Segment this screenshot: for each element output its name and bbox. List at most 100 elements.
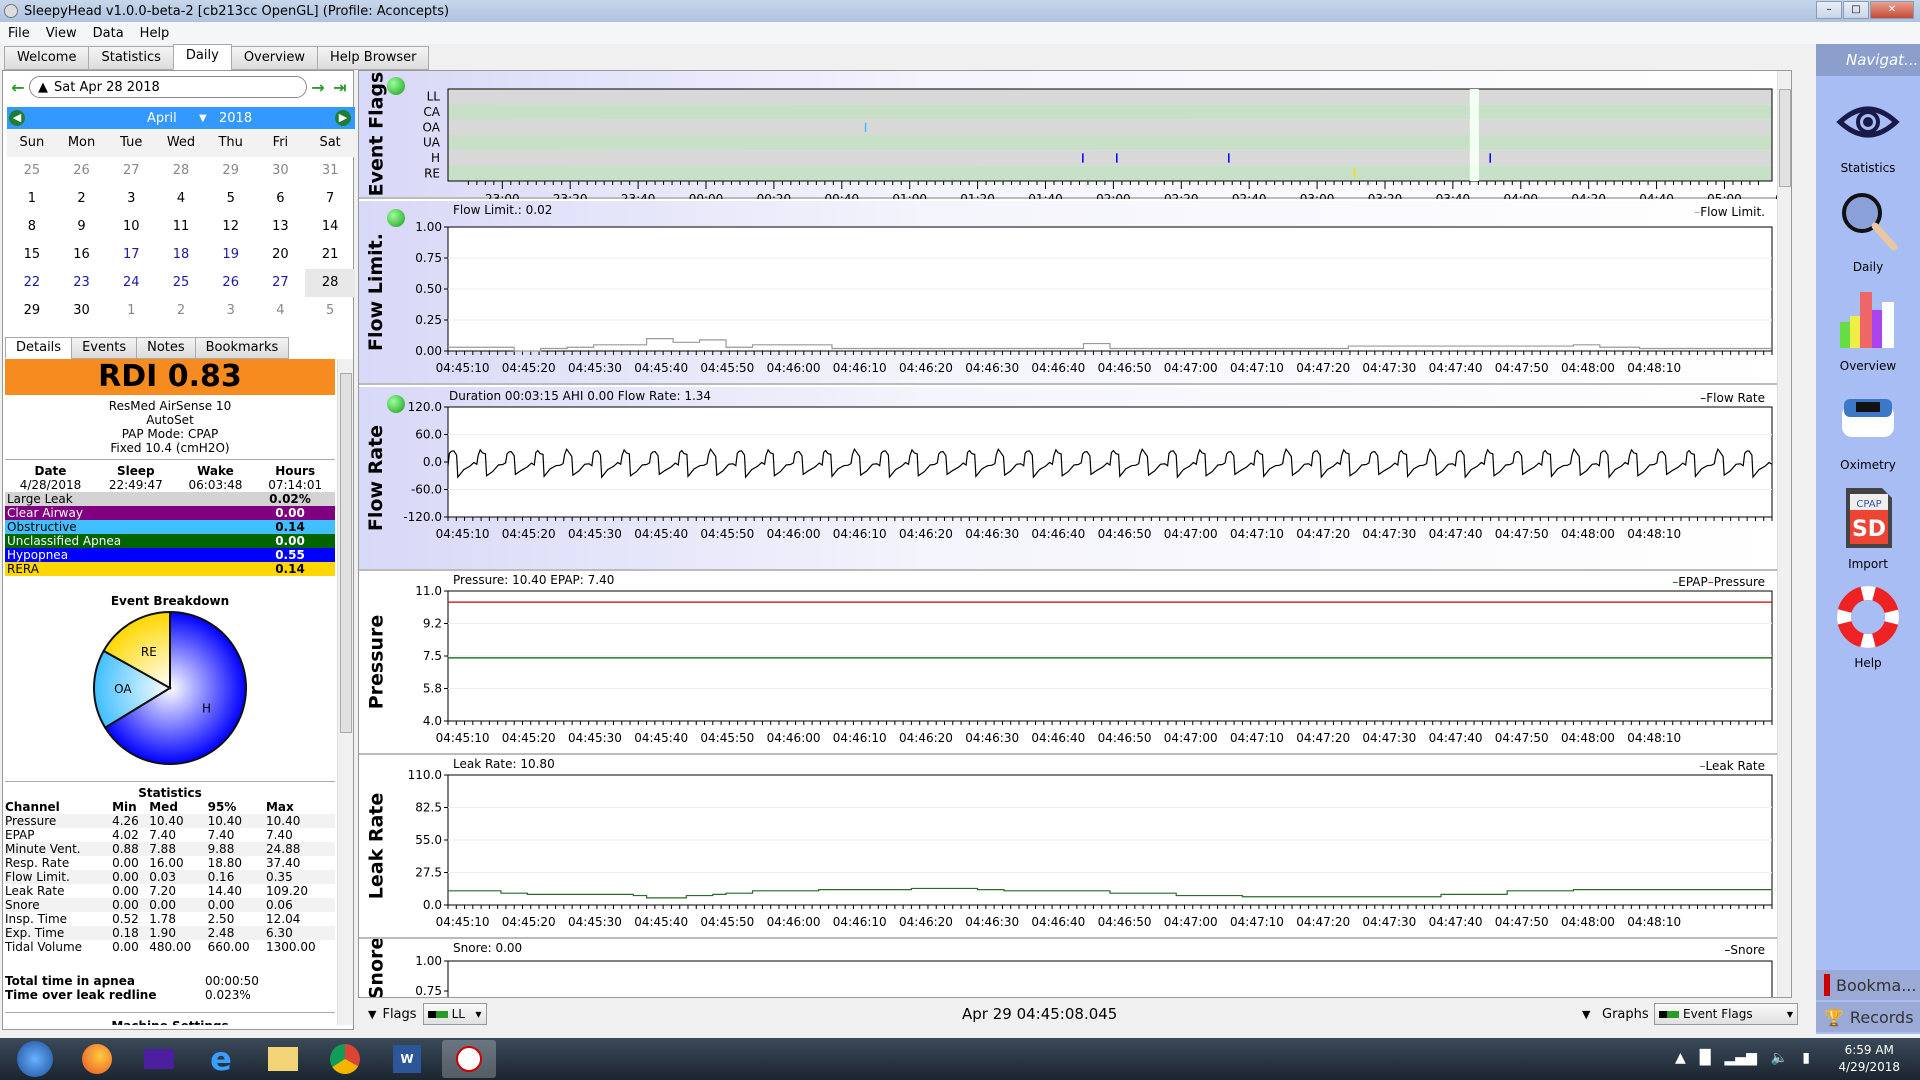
graph-canvas[interactable]: LLCAOA UAHRE 23:00 23:20 23:40 00:00 00:20 00:4… — [359, 71, 1779, 199]
clock[interactable]: 6:59 AM 4/29/2018 — [1838, 1042, 1900, 1076]
internet-explorer-icon[interactable]: e — [194, 1040, 248, 1078]
calendar-day[interactable]: 31 — [305, 157, 355, 185]
tab-welcome[interactable]: Welcome — [4, 46, 90, 70]
calendar-day[interactable]: 28 — [156, 157, 206, 185]
event-row[interactable]: Unclassified Apnea 0.00 — [5, 534, 335, 548]
next-day-icon[interactable]: → — [307, 78, 329, 97]
calendar-day[interactable]: 30 — [256, 157, 306, 185]
calendar-day[interactable]: 28 — [305, 269, 355, 297]
calendar-day[interactable]: 26 — [206, 269, 256, 297]
nav-overview[interactable]: Overview — [1816, 288, 1920, 373]
calendar-day[interactable]: 16 — [57, 241, 107, 269]
power-icon[interactable]: ▮ — [1802, 1050, 1810, 1066]
calendar-day[interactable]: 15 — [7, 241, 57, 269]
calendar-day[interactable]: 26 — [57, 157, 107, 185]
calendar-year[interactable]: 2018 — [219, 111, 252, 126]
calendar-day[interactable]: 5 — [305, 297, 355, 325]
next-month-icon[interactable]: ▶ — [335, 110, 351, 126]
start-button[interactable] — [8, 1040, 62, 1078]
nav-records[interactable]: 🏆 Records — [1816, 1002, 1920, 1032]
calendar-day[interactable]: 24 — [106, 269, 156, 297]
maximize-button[interactable]: □ — [1843, 1, 1869, 19]
tab-help-browser[interactable]: Help Browser — [317, 46, 430, 70]
tab-events[interactable]: Events — [71, 337, 138, 359]
calendar-day[interactable]: 20 — [256, 241, 306, 269]
graph-panel-leak-rate[interactable]: Leak Rate Leak Rate: 10.80 –Leak Rate 110.0… — [359, 755, 1779, 939]
calendar-day[interactable]: 29 — [7, 297, 57, 325]
menu-data[interactable]: Data — [85, 26, 132, 41]
calendar-day[interactable]: 22 — [7, 269, 57, 297]
graph-canvas[interactable]: 110.0 82.5 55.0 27.5 0.0 04:45:10 04:45:20 04:4… — [359, 755, 1779, 939]
file-explorer-icon[interactable] — [256, 1040, 310, 1078]
close-button[interactable]: ✕ — [1870, 1, 1914, 19]
menu-view[interactable]: View — [38, 26, 85, 41]
graph-panel-event-flags[interactable]: Event Flags LL CA OA UA H RE 23:00 23:20 23:40 00:… — [359, 71, 1779, 199]
volume-icon[interactable]: 🔈 — [1771, 1050, 1788, 1066]
month-dropdown-icon[interactable]: ▼ — [199, 113, 207, 124]
calendar-day[interactable]: 3 — [206, 297, 256, 325]
calendar-day[interactable]: 8 — [7, 213, 57, 241]
calendar-day[interactable]: 9 — [57, 213, 107, 241]
calendar-day[interactable]: 27 — [106, 157, 156, 185]
network-icon[interactable]: █ — [1700, 1050, 1711, 1066]
graph-canvas[interactable]: 11.0 9.2 7.5 5.8 4.0 04:45:10 04:45:20 04:45:30… — [359, 571, 1779, 755]
calendar-day[interactable]: 3 — [106, 185, 156, 213]
tab-daily[interactable]: Daily — [172, 44, 232, 70]
calendar-day[interactable]: 5 — [206, 185, 256, 213]
event-row[interactable]: Large Leak 0.02% — [5, 492, 335, 506]
last-day-icon[interactable]: ⇥ — [329, 78, 351, 97]
nav-bookmarks[interactable]: Bookma... — [1816, 970, 1920, 1000]
graph-canvas[interactable]: 1.00 0.75 0.50 0.25 0.00 04:45:10 04:45:20 04:4… — [359, 201, 1779, 385]
calendar-day[interactable]: 18 — [156, 241, 206, 269]
graphs-scrollbar[interactable] — [1777, 71, 1791, 997]
firefox-icon[interactable] — [70, 1040, 124, 1078]
nav-import[interactable]: CPAP SD Import — [1816, 486, 1920, 571]
calendar-day[interactable]: 14 — [305, 213, 355, 241]
graph-panel-flow-rate[interactable]: Flow Rate Duration 00:03:15 AHI 0.00 Flow… — [359, 387, 1779, 571]
graphs-expand-icon[interactable]: ▼ — [1582, 1008, 1590, 1021]
calendar-day[interactable]: 1 — [106, 297, 156, 325]
show-hidden-icons[interactable]: ▲ — [1675, 1050, 1686, 1066]
nav-help[interactable]: Help — [1816, 585, 1920, 670]
calendar-day[interactable]: 29 — [206, 157, 256, 185]
calendar-day[interactable]: 19 — [206, 241, 256, 269]
calendar-day[interactable]: 4 — [256, 297, 306, 325]
graph-panel-flow-limit[interactable]: Flow Limit. Flow Limit.: 0.02 –Flow Limit.… — [359, 201, 1779, 385]
previous-day-icon[interactable]: ← — [7, 78, 29, 97]
calendar-day[interactable]: 27 — [256, 269, 306, 297]
calendar-day[interactable]: 2 — [57, 185, 107, 213]
nav-daily[interactable]: Daily — [1816, 189, 1920, 274]
flags-dropdown[interactable]: LL ▼ — [422, 1003, 487, 1025]
event-row[interactable]: Clear Airway 0.00 — [5, 506, 335, 520]
tab-details[interactable]: Details — [5, 337, 73, 359]
details-scrollbar[interactable] — [337, 359, 353, 1025]
flags-expand-icon[interactable]: ▼ — [368, 1008, 376, 1021]
calendar-day[interactable]: 12 — [206, 213, 256, 241]
calendar-day[interactable]: 25 — [7, 157, 57, 185]
signal-icon[interactable]: ▂▄▆ — [1725, 1050, 1757, 1066]
calendar-day[interactable]: 11 — [156, 213, 206, 241]
calendar-day[interactable]: 1 — [7, 185, 57, 213]
calendar-day[interactable]: 17 — [106, 241, 156, 269]
navigator-header[interactable]: Navigat... — [1816, 44, 1920, 76]
event-row[interactable]: Hypopnea 0.55 — [5, 548, 335, 562]
menu-file[interactable]: File — [0, 26, 38, 41]
tab-bookmarks[interactable]: Bookmarks — [194, 337, 290, 359]
nav-statistics[interactable]: Statistics — [1816, 90, 1920, 175]
calendar-day[interactable]: 21 — [305, 241, 355, 269]
calendar-day[interactable]: 6 — [256, 185, 306, 213]
calendar-day[interactable]: 4 — [156, 185, 206, 213]
graph-canvas[interactable]: 120.0 60.0 0.0 -60.0 -120.0 04:45:10 04:45:20 0… — [359, 387, 1779, 571]
details-scroll-thumb[interactable] — [340, 373, 352, 733]
date-picker[interactable]: ▲ Sat Apr 28 2018 — [29, 76, 307, 98]
graph-canvas[interactable]: 1.00 0.75 — [359, 939, 1779, 998]
nav-oximetry[interactable]: Oximetry — [1816, 387, 1920, 472]
tab-statistics[interactable]: Statistics — [88, 46, 174, 70]
calendar-day[interactable]: 13 — [256, 213, 306, 241]
word-icon[interactable]: W — [380, 1040, 434, 1078]
calendar-day[interactable]: 30 — [57, 297, 107, 325]
graphs-scroll-thumb[interactable] — [1779, 89, 1791, 187]
tab-notes[interactable]: Notes — [136, 337, 196, 359]
graph-panel-snore[interactable]: Snore Snore: 0.00 –Snore 1.00 0.75 — [359, 937, 1779, 998]
tab-overview[interactable]: Overview — [230, 46, 319, 70]
